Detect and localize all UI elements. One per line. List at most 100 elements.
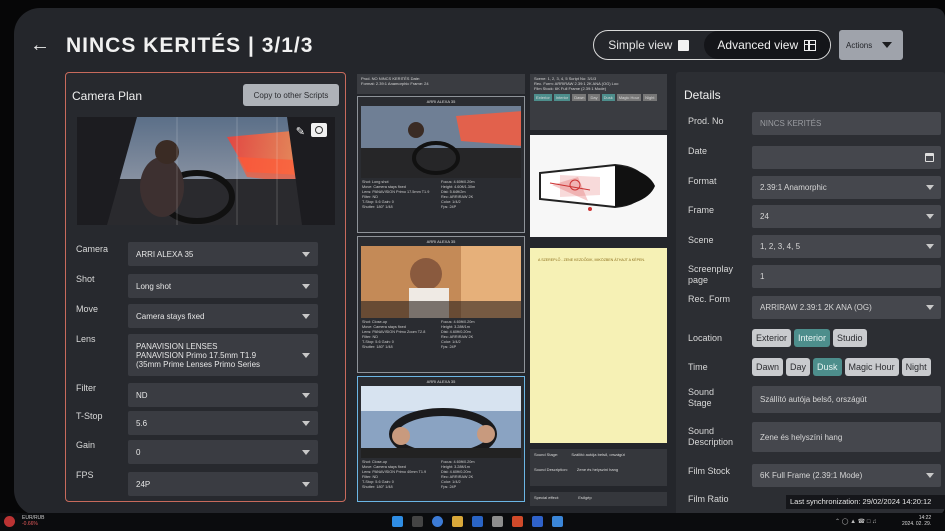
format-label: Format	[688, 176, 717, 186]
shot-card-meta: Shot: Long shot Focus: 4.60ft/0.20m Move:…	[358, 178, 524, 212]
fps-value: 24P	[136, 479, 151, 489]
shot-card[interactable]: ARRI ALEXA 35 Shot: Close-up Focus: 4.60f…	[357, 236, 525, 373]
date-input[interactable]	[752, 146, 941, 169]
time-chip-dawn[interactable]: Dawn	[752, 358, 784, 376]
location-chip-studio[interactable]: Studio	[833, 329, 867, 347]
arrow-left-icon[interactable]: ←	[30, 34, 50, 57]
currency-ticker-widget[interactable]: EUR/RUB -0.66%	[22, 515, 45, 527]
camera-plan-title: Camera Plan	[72, 89, 143, 103]
move-label: Move	[76, 304, 99, 314]
filter-label: Filter	[76, 383, 96, 393]
shot-preview-image[interactable]: ✎	[77, 117, 335, 225]
simple-view-label: Simple view	[608, 38, 673, 52]
meta-item: Fps: 24P	[441, 485, 457, 489]
ticker-change: -0.66%	[22, 520, 38, 527]
mail-icon[interactable]	[552, 516, 563, 527]
rec-form-value: ARRIRAW 2.39:1 2K ANA (OG)	[760, 303, 872, 312]
copy-to-other-scripts-button[interactable]: Copy to other Scripts	[243, 84, 339, 106]
frame-select[interactable]: 24	[752, 205, 941, 228]
rec-form-select[interactable]: ARRIRAW 2.39:1 2K ANA (OG)	[752, 296, 941, 319]
frame-label: Frame	[688, 205, 715, 215]
taskbar-clock[interactable]: 14:22 2024. 02. 29.	[902, 515, 931, 527]
shot-thumbnail	[361, 386, 521, 458]
shot-card-header: ARRI ALEXA 35	[426, 99, 456, 104]
time-chip-day[interactable]: Day	[786, 358, 811, 376]
square-icon	[678, 39, 690, 51]
chevron-down-icon	[926, 305, 934, 310]
prod-no-input[interactable]: NINCS KERITÉS	[752, 112, 941, 135]
location-chip-interior[interactable]: Interior	[794, 329, 831, 347]
scene-value: 1, 2, 3, 4, 5	[760, 242, 801, 251]
chevron-down-icon	[882, 42, 893, 48]
meta-label: Special effect:	[534, 495, 560, 500]
actions-dropdown[interactable]: Actions	[839, 30, 903, 60]
word-icon[interactable]	[532, 516, 543, 527]
film-stock-select[interactable]: 6K Full Frame (2.39:1 Mode)	[752, 464, 941, 487]
clock-date: 2024. 02. 29.	[902, 521, 932, 527]
view-toggle: Simple view Advanced view	[593, 30, 831, 60]
shot-card-selected[interactable]: ARRI ALEXA 35 Shot: Close-up Focus: 4.60f…	[357, 376, 525, 502]
powerpoint-icon[interactable]	[512, 516, 523, 527]
special-effect-block: Special effect: Esőgép	[530, 492, 667, 506]
filter-value: ND	[136, 390, 148, 400]
shot-label: Shot	[76, 274, 95, 284]
lens-select[interactable]: PANAVISION LENSES PANAVISION Primo 17.5m…	[128, 334, 318, 376]
time-chip-magic-hour[interactable]: Magic Hour	[844, 358, 899, 376]
meta-item: Shutter: 180° 1/48	[362, 485, 393, 489]
location-chip-exterior[interactable]: Exterior	[752, 329, 792, 347]
shot-card[interactable]: ARRI ALEXA 35 Shot: Long shot Focus: 4.60…	[357, 96, 525, 233]
time-chip-dusk[interactable]: Dusk	[813, 358, 842, 376]
simple-view-button[interactable]: Simple view	[594, 31, 704, 59]
shot-card-meta: Shot: Close-up Focus: 4.60ft/0.20m Move: …	[358, 458, 524, 492]
shot-thumbnail	[361, 246, 521, 318]
windows-start-icon[interactable]	[392, 516, 403, 527]
meta-item: Fps: 24P	[441, 205, 457, 209]
camera-icon[interactable]	[311, 123, 327, 137]
move-select[interactable]: Camera stays fixed	[128, 304, 318, 328]
camera-select[interactable]: ARRI ALEXA 35	[128, 242, 318, 266]
time-chip-night[interactable]: Night	[901, 358, 931, 376]
gain-select[interactable]: 0	[128, 440, 318, 464]
app-icon[interactable]	[492, 516, 503, 527]
fps-select[interactable]: 24P	[128, 472, 318, 496]
script-note[interactable]: A SZEREPLŐ - ZENE KEZDŐDIK, MIKÖZBEN ÁTH…	[530, 248, 667, 443]
scene-chips: Exterior Interior Dawn Day Dusk Magic Ho…	[534, 94, 663, 101]
camera-label: Camera	[76, 244, 109, 254]
format-select[interactable]: 2.39:1 Anamorphic	[752, 176, 941, 199]
advanced-view-button[interactable]: Advanced view	[703, 31, 830, 59]
location-label: Location	[688, 333, 723, 343]
store-icon[interactable]	[472, 516, 483, 527]
format-value: 2.39:1 Anamorphic	[760, 183, 827, 192]
lens-value: PANAVISION LENSES PANAVISION Primo 17.5m…	[136, 341, 261, 369]
edge-browser-icon[interactable]	[432, 516, 443, 527]
screenplay-page-value: 1	[760, 272, 765, 281]
chevron-down-icon	[302, 450, 310, 455]
sound-description-block: Sound Description: Zene és helyszíni han…	[530, 464, 667, 486]
move-value: Camera stays fixed	[136, 311, 205, 321]
mini-chip: Dusk	[601, 94, 615, 101]
sound-description-value: Zene és helyszíni hang	[760, 432, 843, 442]
sound-stage-input[interactable]: Szállító autója belső, országút	[752, 386, 941, 413]
t-stop-select[interactable]: 5.6	[128, 411, 318, 435]
actions-label: Actions	[846, 40, 873, 50]
filter-select[interactable]: ND	[128, 383, 318, 407]
file-explorer-icon[interactable]	[452, 516, 463, 527]
chevron-down-icon	[926, 185, 934, 190]
last-sync-status: Last synchronization: 29/02/2024 14:20:1…	[786, 495, 945, 509]
pencil-icon[interactable]: ✎	[296, 125, 305, 138]
chevron-down-icon	[302, 482, 310, 487]
scene-select[interactable]: 1, 2, 3, 4, 5	[752, 235, 941, 258]
time-label: Time	[688, 362, 708, 372]
car-floor-plan-diagram[interactable]	[530, 135, 667, 237]
screenplay-page-input[interactable]: 1	[752, 265, 941, 288]
system-tray[interactable]: ⌃ ◯ ▲ ☎ □ ♫	[835, 518, 877, 525]
sound-stage-value: Szállító autója belső, országút	[760, 395, 867, 404]
search-icon[interactable]	[412, 516, 423, 527]
chevron-down-icon	[302, 353, 310, 358]
shot-select[interactable]: Long shot	[128, 274, 318, 298]
fps-label: FPS	[76, 470, 94, 480]
chevron-down-icon	[302, 421, 310, 426]
grid-icon	[804, 39, 817, 51]
chevron-down-icon	[302, 284, 310, 289]
sound-description-input[interactable]: Zene és helyszíni hang	[752, 422, 941, 452]
